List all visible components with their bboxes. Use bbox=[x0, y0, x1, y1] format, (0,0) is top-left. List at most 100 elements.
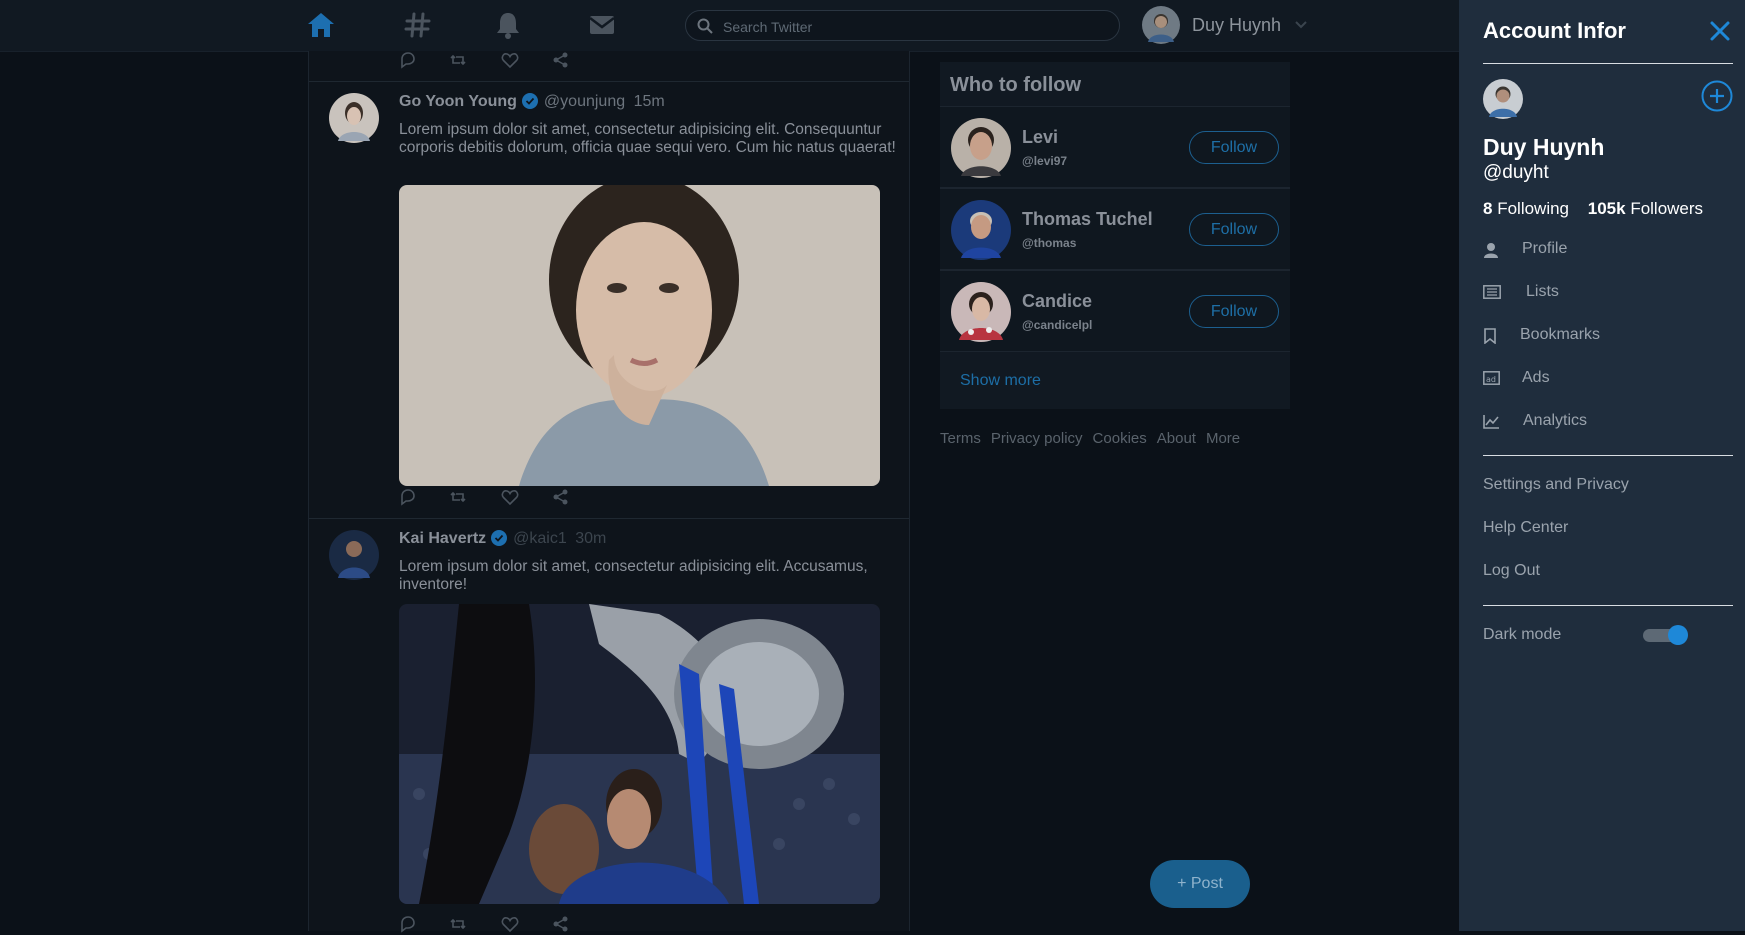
like-icon[interactable] bbox=[501, 51, 519, 69]
like-icon[interactable] bbox=[501, 488, 519, 506]
footer-link-terms[interactable]: Terms bbox=[940, 430, 981, 447]
panel-title: Account Infor bbox=[1483, 18, 1626, 43]
follow-stats: 8 Following 105k Followers bbox=[1483, 199, 1703, 219]
divider bbox=[309, 518, 909, 519]
menu-item-label: Ads bbox=[1522, 369, 1550, 386]
post-button[interactable]: + Post bbox=[1150, 860, 1250, 908]
dark-mode-toggle[interactable] bbox=[1643, 625, 1688, 645]
tweet-image[interactable] bbox=[399, 185, 880, 486]
menu-item-label: Lists bbox=[1526, 283, 1559, 300]
following-stat[interactable]: 8 Following bbox=[1483, 199, 1569, 218]
share-icon[interactable] bbox=[552, 488, 570, 506]
user-icon bbox=[1483, 242, 1499, 258]
chevron-down-icon bbox=[1294, 20, 1308, 30]
help-center-link[interactable]: Help Center bbox=[1483, 519, 1568, 537]
avatar[interactable] bbox=[951, 282, 1011, 342]
retweet-icon[interactable] bbox=[449, 51, 467, 69]
svg-text:ad: ad bbox=[1486, 375, 1496, 384]
account-name: Duy Huynh bbox=[1483, 134, 1605, 160]
verified-icon bbox=[521, 93, 538, 109]
divider bbox=[309, 81, 909, 82]
toggle-knob bbox=[1668, 625, 1688, 645]
tweet-header: Go Yoon Young @younjung 15m bbox=[399, 93, 665, 111]
suggestion-name[interactable]: Thomas Tuchel bbox=[1022, 209, 1153, 230]
follow-button[interactable]: Follow bbox=[1189, 213, 1279, 246]
menu-item-analytics[interactable]: Analytics bbox=[1483, 410, 1733, 434]
hashtag-icon[interactable] bbox=[403, 10, 433, 40]
suggestion-name[interactable]: Levi bbox=[1022, 127, 1058, 148]
follow-button[interactable]: Follow bbox=[1189, 131, 1279, 164]
suggestion-handle: @candicelpl bbox=[1022, 318, 1093, 332]
avatar bbox=[1142, 6, 1180, 44]
tweet-time: 30m bbox=[575, 530, 607, 547]
share-icon[interactable] bbox=[552, 915, 570, 933]
like-icon[interactable] bbox=[501, 915, 519, 933]
reply-icon[interactable] bbox=[399, 51, 417, 69]
menu-item-profile[interactable]: Profile bbox=[1483, 238, 1733, 262]
tweet-header: Kai Havertz @kaic1 30m bbox=[399, 530, 606, 548]
avatar[interactable] bbox=[951, 200, 1011, 260]
tweet-author-handle[interactable]: @kaic1 bbox=[513, 530, 567, 547]
home-icon[interactable] bbox=[306, 10, 336, 40]
close-icon[interactable] bbox=[1709, 20, 1731, 42]
footer-link-about[interactable]: About bbox=[1157, 430, 1196, 447]
retweet-icon[interactable] bbox=[449, 915, 467, 933]
footer-link-more[interactable]: More bbox=[1206, 430, 1240, 447]
menu-item-lists[interactable]: Lists bbox=[1483, 281, 1733, 305]
list-icon bbox=[1483, 285, 1501, 299]
who-to-follow-title: Who to follow bbox=[950, 74, 1082, 96]
tweet-author-name[interactable]: Go Yoon Young bbox=[399, 93, 517, 110]
search-input[interactable] bbox=[721, 11, 1105, 42]
reply-icon[interactable] bbox=[399, 915, 417, 933]
menu-item-ads[interactable]: ad Ads bbox=[1483, 367, 1733, 391]
menu-item-label: Profile bbox=[1522, 240, 1568, 257]
avatar[interactable] bbox=[329, 93, 379, 143]
following-count: 8 bbox=[1483, 199, 1493, 218]
reply-icon[interactable] bbox=[399, 488, 417, 506]
avatar[interactable] bbox=[329, 530, 379, 580]
followers-label: Followers bbox=[1630, 199, 1704, 218]
footer-link-cookies[interactable]: Cookies bbox=[1093, 430, 1147, 447]
footer-links: Terms Privacy policy Cookies About More bbox=[940, 430, 1250, 447]
divider bbox=[1483, 605, 1733, 606]
menu-item-label: Analytics bbox=[1523, 412, 1588, 429]
follow-button[interactable]: Follow bbox=[1189, 295, 1279, 328]
verified-icon bbox=[491, 530, 508, 546]
user-name: Duy Huynh bbox=[1192, 15, 1282, 35]
followers-stat[interactable]: 105k Followers bbox=[1588, 199, 1703, 218]
divider bbox=[1483, 455, 1733, 456]
analytics-icon bbox=[1483, 414, 1500, 429]
mail-icon[interactable] bbox=[587, 10, 617, 40]
follow-suggestion: Candice @candicelpl Follow bbox=[940, 270, 1290, 352]
settings-privacy-link[interactable]: Settings and Privacy bbox=[1483, 476, 1629, 494]
search-box[interactable] bbox=[685, 10, 1120, 42]
tweet-feed: Go Yoon Young @younjung 15m Lorem ipsum d… bbox=[308, 51, 910, 933]
avatar[interactable] bbox=[951, 118, 1011, 178]
tweet-author-handle[interactable]: @younjung bbox=[544, 93, 625, 110]
followers-count: 105k bbox=[1587, 199, 1626, 218]
account-panel: Account Infor Duy Huynh @duyht 8 Followi… bbox=[1459, 0, 1745, 931]
menu-item-bookmarks[interactable]: Bookmarks bbox=[1483, 324, 1733, 348]
footer-link-privacy[interactable]: Privacy policy bbox=[991, 430, 1083, 447]
menu-item-label: Bookmarks bbox=[1520, 326, 1601, 343]
retweet-icon[interactable] bbox=[449, 488, 467, 506]
suggestion-name[interactable]: Candice bbox=[1022, 291, 1092, 312]
tweet-text: Lorem ipsum dolor sit amet, consectetur … bbox=[399, 558, 868, 593]
share-icon[interactable] bbox=[552, 51, 570, 69]
tweet-text: Lorem ipsum dolor sit amet, consectetur … bbox=[399, 121, 896, 156]
suggestion-handle: @thomas bbox=[1022, 236, 1077, 250]
ads-icon: ad bbox=[1483, 371, 1500, 385]
add-account-icon[interactable] bbox=[1701, 80, 1733, 112]
bookmark-icon bbox=[1483, 328, 1497, 344]
follow-suggestion: Thomas Tuchel @thomas Follow bbox=[940, 188, 1290, 270]
tweet-image[interactable] bbox=[399, 604, 880, 904]
suggestion-handle: @levi97 bbox=[1022, 154, 1068, 168]
bell-icon[interactable] bbox=[493, 10, 523, 40]
show-more-link[interactable]: Show more bbox=[960, 372, 1041, 390]
search-icon bbox=[697, 18, 713, 34]
divider bbox=[1483, 63, 1733, 64]
dark-mode-label: Dark mode bbox=[1483, 626, 1562, 643]
avatar[interactable] bbox=[1483, 79, 1523, 119]
logout-link[interactable]: Log Out bbox=[1483, 562, 1540, 580]
tweet-author-name[interactable]: Kai Havertz bbox=[399, 530, 486, 547]
